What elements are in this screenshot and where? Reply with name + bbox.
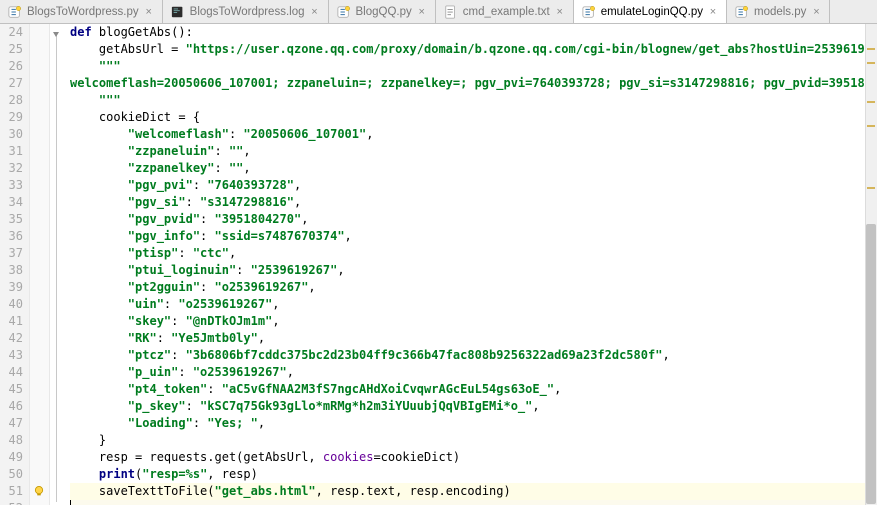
code-line[interactable]: "skey": "@nDTkOJm1m", — [70, 313, 877, 330]
close-icon[interactable]: × — [811, 6, 821, 18]
tab-label: BlogQQ.py — [356, 6, 412, 18]
code-line[interactable]: "p_skey": "kSC7q75Gk93gLlo*mRMg*h2m3iYUu… — [70, 398, 877, 415]
editor-tab[interactable]: BlogsToWordpress.log × — [163, 0, 329, 23]
gutter-marks: ▶ — [30, 24, 50, 505]
code-line[interactable]: "RK": "Ye5Jmtb0ly", — [70, 330, 877, 347]
log-icon — [171, 5, 185, 19]
overview-mark[interactable] — [867, 125, 875, 127]
code-area[interactable]: def blogGetAbs(): getAbsUrl = "https://u… — [64, 24, 877, 505]
code-line[interactable] — [70, 500, 877, 505]
code-line[interactable]: "pt2gguin": "o2539619267", — [70, 279, 877, 296]
code-line[interactable]: "pt4_token": "aC5vGfNAA2M3fS7ngcAHdXoiCv… — [70, 381, 877, 398]
code-line[interactable]: cookieDict = { — [70, 109, 877, 126]
close-icon[interactable]: × — [417, 6, 427, 18]
code-line[interactable]: """ — [70, 58, 877, 75]
python-icon — [735, 5, 749, 19]
code-line[interactable]: def blogGetAbs(): — [70, 24, 877, 41]
close-icon[interactable]: × — [310, 6, 320, 18]
code-line[interactable]: "welcomeflash": "20050606_107001", — [70, 126, 877, 143]
code-line[interactable]: """ — [70, 92, 877, 109]
code-line[interactable]: "pgv_pvid": "3951804270", — [70, 211, 877, 228]
tab-label: BlogsToWordpress.py — [27, 6, 139, 18]
code-line[interactable]: saveTexttToFile("get_abs.html", resp.tex… — [70, 483, 877, 500]
editor-tab[interactable]: cmd_example.txt × — [436, 0, 574, 23]
code-line[interactable]: "zzpanelkey": "", — [70, 160, 877, 177]
code-line[interactable]: } — [70, 432, 877, 449]
overview-mark[interactable] — [867, 187, 875, 189]
text-icon — [444, 5, 458, 19]
editor-tabs: BlogsToWordpress.py×BlogsToWordpress.log… — [0, 0, 877, 24]
code-line[interactable]: resp = requests.get(getAbsUrl, cookies=c… — [70, 449, 877, 466]
code-line[interactable]: "Loading": "Yes; ", — [70, 415, 877, 432]
overview-mark[interactable] — [867, 48, 875, 50]
code-line[interactable]: welcomeflash=20050606_107001; zzpaneluin… — [70, 75, 877, 92]
code-line[interactable]: print("resp=%s", resp) — [70, 466, 877, 483]
scrollbar-thumb[interactable] — [866, 224, 876, 504]
python-icon — [8, 5, 22, 19]
close-icon[interactable]: × — [708, 6, 718, 18]
code-line[interactable]: "uin": "o2539619267", — [70, 296, 877, 313]
line-number-gutter: 2425262728293031323334353637383940414243… — [0, 24, 30, 505]
editor-tab[interactable]: BlogQQ.py × — [329, 0, 436, 23]
close-icon[interactable]: × — [555, 6, 565, 18]
fold-toggle-icon[interactable] — [51, 28, 61, 38]
overview-mark[interactable] — [867, 101, 875, 103]
fold-gutter[interactable] — [50, 24, 64, 505]
tab-label: cmd_example.txt — [463, 6, 550, 18]
close-icon[interactable]: × — [144, 6, 154, 18]
code-line[interactable]: "ptui_loginuin": "2539619267", — [70, 262, 877, 279]
code-line[interactable]: "pgv_si": "s3147298816", — [70, 194, 877, 211]
code-line[interactable]: "pgv_info": "ssid=s7487670374", — [70, 228, 877, 245]
editor-tab[interactable]: models.py × — [727, 0, 830, 23]
editor-tab[interactable]: BlogsToWordpress.py × — [0, 0, 163, 23]
code-line[interactable]: "ptcz": "3b6806bf7cddc375bc2d23b04ff9c36… — [70, 347, 877, 364]
overview-mark[interactable] — [867, 62, 875, 64]
code-line[interactable]: "zzpaneluin": "", — [70, 143, 877, 160]
editor-tab[interactable]: emulateLoginQQ.py × — [574, 0, 727, 23]
code-line[interactable]: getAbsUrl = "https://user.qzone.qq.com/p… — [70, 41, 877, 58]
code-line[interactable]: "pgv_pvi": "7640393728", — [70, 177, 877, 194]
python-icon — [582, 5, 596, 19]
intention-bulb-icon[interactable] — [32, 484, 46, 498]
python-icon — [337, 5, 351, 19]
code-line[interactable]: "p_uin": "o2539619267", — [70, 364, 877, 381]
code-line[interactable]: "ptisp": "ctc", — [70, 245, 877, 262]
tab-label: BlogsToWordpress.log — [190, 6, 305, 18]
text-caret — [70, 500, 71, 505]
tab-label: models.py — [754, 6, 806, 18]
scrollbar-track[interactable] — [865, 24, 877, 505]
tab-label: emulateLoginQQ.py — [601, 6, 703, 18]
